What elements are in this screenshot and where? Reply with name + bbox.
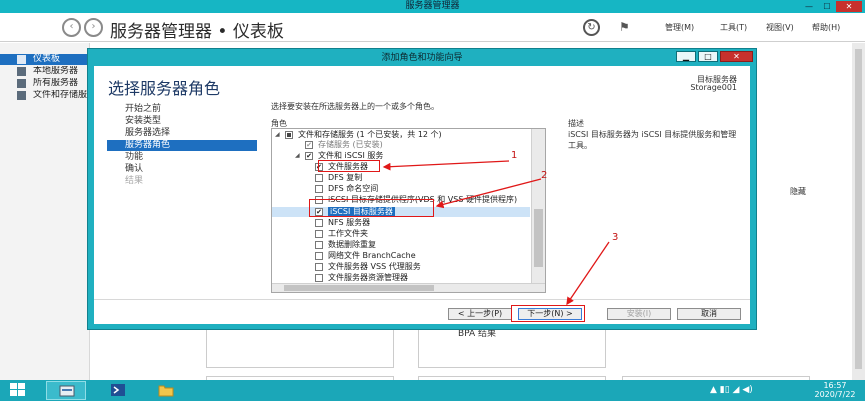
annotation-number-3: 3 [612,232,619,243]
system-tray-icons[interactable]: ▲ ▮▯ ◢ ◀) [710,385,753,395]
taskbar: ▲ ▮▯ ◢ ◀) 16:57 2020/7/22 [0,380,865,401]
annotation-number-1: 1 [511,150,518,161]
annotation-arrow-1 [382,160,510,171]
clock-time[interactable]: 16:57 [810,381,860,390]
taskbar-file-explorer-icon[interactable] [146,381,186,400]
clock-date[interactable]: 2020/7/22 [810,390,860,399]
annotation-arrow-2 [435,178,542,209]
annotation-arrows [382,160,610,306]
annotation-arrow-3 [566,241,610,306]
taskbar-server-manager-icon[interactable] [46,381,86,400]
windows-start-icon[interactable] [10,383,27,398]
taskbar-powershell-icon[interactable] [98,381,138,400]
annotation-number-2: 2 [541,170,548,181]
